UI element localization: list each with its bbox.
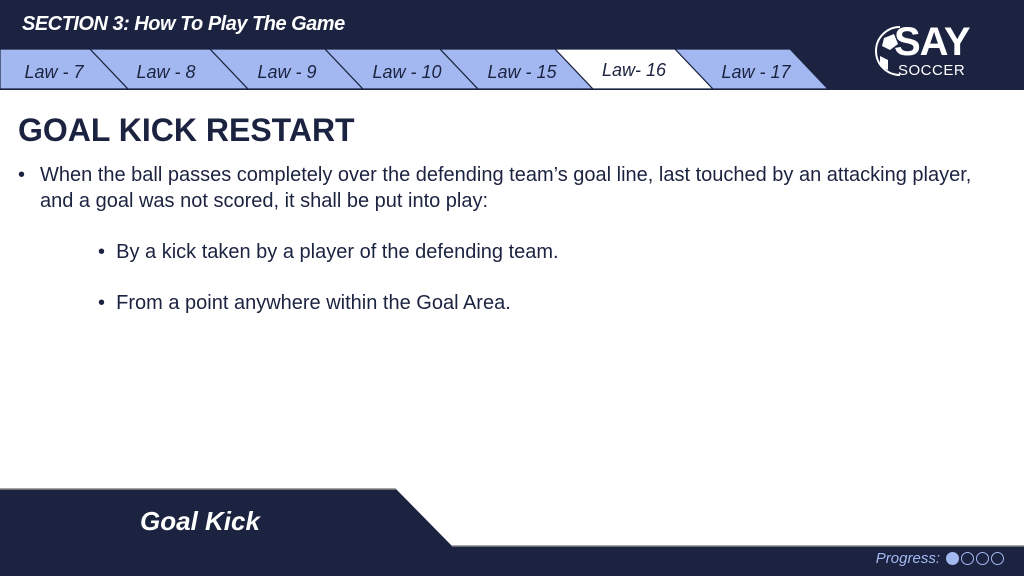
say-soccer-logo: SAY SOCCER [874, 20, 984, 82]
tab-law-6[interactable]: Law- 16 [602, 60, 666, 81]
main-bullet: • When the ball passes completely over t… [18, 162, 998, 214]
tab-law-5[interactable]: Law - 15 [487, 62, 556, 83]
tab-law-7[interactable]: Law - 17 [721, 62, 790, 83]
bullet-marker: • [18, 164, 26, 186]
logo-say-text: SAY [894, 20, 971, 64]
sub-bullet-1: • By a kick taken by a player of the def… [98, 241, 559, 263]
progress-dot [991, 552, 1004, 565]
progress-dot [976, 552, 989, 565]
main-bullet-text: When the ball passes completely over the… [40, 164, 972, 212]
sub-bullet-2: • From a point anywhere within the Goal … [98, 292, 511, 314]
logo-soccer-text: SOCCER [898, 62, 966, 79]
progress-label: Progress: [875, 550, 940, 567]
progress-indicator: Progress: [876, 550, 1004, 567]
sub-bullet-text: By a kick taken by a player of the defen… [116, 241, 559, 263]
tab-law-2[interactable]: Law - 8 [136, 62, 195, 83]
tab-law-4[interactable]: Law - 10 [372, 62, 441, 83]
sub-bullet-text: From a point anywhere within the Goal Ar… [116, 292, 511, 314]
progress-dot [961, 552, 974, 565]
tab-law-1[interactable]: Law - 7 [24, 62, 83, 83]
footer-topic-label: Goal Kick [140, 506, 260, 536]
page-title: GOAL KICK RESTART [18, 112, 355, 148]
tab-law-3[interactable]: Law - 9 [257, 62, 316, 83]
progress-dot [946, 552, 959, 565]
